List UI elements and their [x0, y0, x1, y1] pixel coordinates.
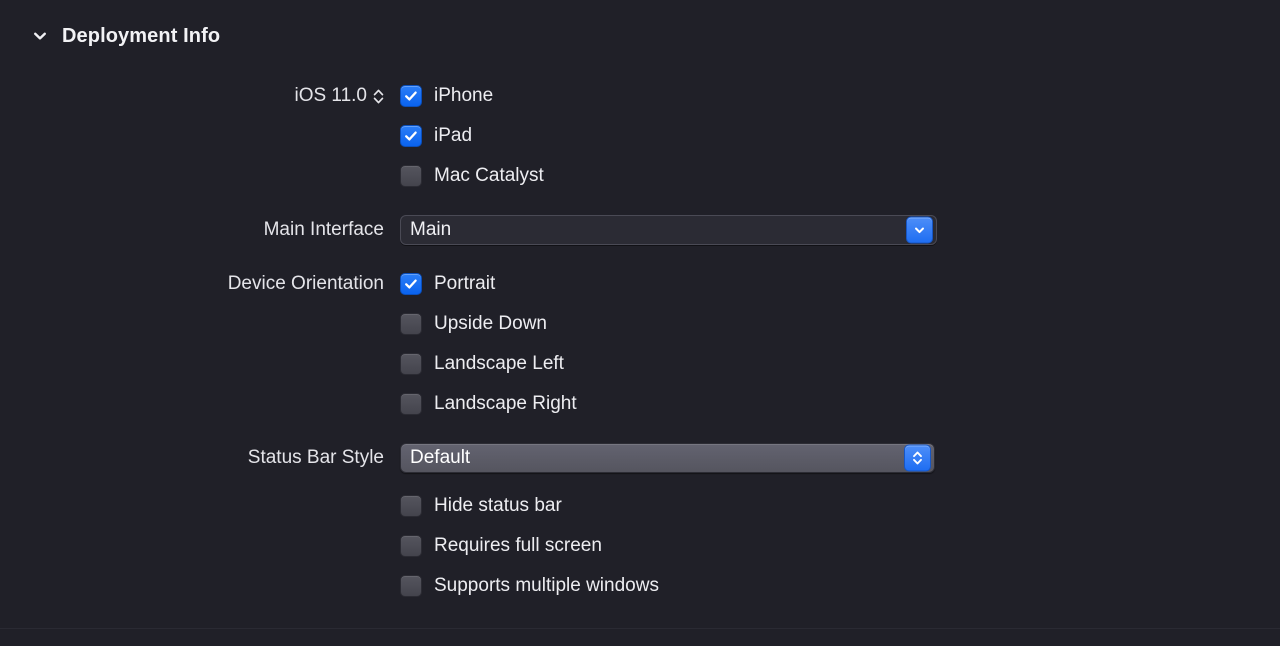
checkbox-row-landscape-right[interactable]: Landscape Right: [400, 384, 577, 424]
row-hide-status-bar: . Hide status bar: [0, 486, 1280, 526]
field-hide-status-bar: Hide status bar: [400, 486, 1280, 526]
section-header[interactable]: Deployment Info: [0, 16, 220, 56]
checkbox-label-ipad: iPad: [434, 125, 473, 146]
checkbox-row-portrait[interactable]: Portrait: [400, 264, 495, 304]
row-requires-full-screen: . Requires full screen: [0, 526, 1280, 566]
checkbox-landscape-right[interactable]: [400, 393, 422, 415]
field-orientation-landscape-right: Landscape Right: [400, 384, 1280, 424]
status-bar-style-popup[interactable]: Default: [400, 443, 935, 473]
row-main-interface: Main Interface Main: [0, 210, 1280, 250]
checkbox-row-ipad[interactable]: iPad: [400, 116, 472, 156]
checkbox-requires-full-screen[interactable]: [400, 535, 422, 557]
checkbox-row-requires-full-screen[interactable]: Requires full screen: [400, 526, 602, 566]
row-device-ipad: . iPad: [0, 116, 1280, 156]
field-device-ipad: iPad: [400, 116, 1280, 156]
field-orientation-portrait: Portrait: [400, 264, 1280, 304]
checkbox-row-upside-down[interactable]: Upside Down: [400, 304, 547, 344]
checkbox-upside-down[interactable]: [400, 313, 422, 335]
row-device-orientation: Device Orientation Portrait: [0, 264, 1280, 304]
checkbox-label-requires-full-screen: Requires full screen: [434, 535, 602, 556]
checkbox-row-mac-catalyst[interactable]: Mac Catalyst: [400, 156, 544, 196]
row-supports-multiple-windows: . Supports multiple windows: [0, 566, 1280, 606]
device-orientation-label: Device Orientation: [227, 273, 384, 294]
deployment-info-panel: Deployment Info iOS 11.0 iPhone iPad Mac…: [0, 0, 1280, 646]
checkbox-landscape-left[interactable]: [400, 353, 422, 375]
checkbox-portrait[interactable]: [400, 273, 422, 295]
checkbox-row-hide-status-bar[interactable]: Hide status bar: [400, 486, 562, 526]
chevron-down-icon[interactable]: [30, 26, 50, 46]
main-interface-label: Main Interface: [263, 219, 384, 240]
checkbox-label-iphone: iPhone: [434, 85, 494, 106]
checkbox-iphone[interactable]: [400, 85, 422, 107]
field-requires-full-screen: Requires full screen: [400, 526, 1280, 566]
stepper-up-down-icon[interactable]: [373, 88, 384, 105]
row-orientation-landscape-left: . Landscape Left: [0, 344, 1280, 384]
row-status-bar-style: Status Bar Style Default: [0, 438, 1280, 478]
checkbox-label-supports-multiple-windows: Supports multiple windows: [434, 575, 659, 596]
checkbox-row-iphone[interactable]: iPhone: [400, 76, 493, 116]
checkbox-mac-catalyst[interactable]: [400, 165, 422, 187]
field-supports-multiple-windows: Supports multiple windows: [400, 566, 1280, 606]
deployment-target-value: iOS 11.0: [294, 85, 367, 106]
row-deployment-target: iOS 11.0 iPhone: [0, 76, 1280, 116]
chevron-down-icon[interactable]: [906, 216, 933, 244]
checkbox-label-hide-status-bar: Hide status bar: [434, 495, 562, 516]
row-orientation-landscape-right: . Landscape Right: [0, 384, 1280, 424]
checkbox-supports-multiple-windows[interactable]: [400, 575, 422, 597]
checkbox-label-mac-catalyst: Mac Catalyst: [434, 165, 544, 186]
field-device-iphone: iPhone: [400, 76, 1280, 116]
status-bar-style-label: Status Bar Style: [247, 447, 384, 468]
main-interface-combobox[interactable]: Main: [400, 215, 937, 245]
checkbox-label-landscape-left: Landscape Left: [434, 353, 564, 374]
settings-rows: iOS 11.0 iPhone iPad Mac Catalyst Main I…: [0, 76, 1280, 606]
main-interface-value: Main: [410, 219, 452, 240]
checkbox-label-landscape-right: Landscape Right: [434, 393, 577, 414]
page-title: Deployment Info: [62, 24, 221, 47]
field-device-mac-catalyst: Mac Catalyst: [400, 156, 1280, 196]
checkbox-label-portrait: Portrait: [434, 273, 496, 294]
field-orientation-upside-down: Upside Down: [400, 304, 1280, 344]
field-status-bar-style: Default: [400, 438, 1280, 478]
checkbox-row-landscape-left[interactable]: Landscape Left: [400, 344, 564, 384]
deployment-target-label: iOS 11.0: [0, 76, 400, 116]
row-orientation-upside-down: . Upside Down: [0, 304, 1280, 344]
status-bar-style-value: Default: [410, 447, 471, 468]
chevron-up-down-icon[interactable]: [904, 444, 931, 472]
checkbox-ipad[interactable]: [400, 125, 422, 147]
row-device-mac-catalyst: . Mac Catalyst: [0, 156, 1280, 196]
checkbox-label-upside-down: Upside Down: [434, 313, 547, 334]
bottom-divider: [0, 628, 1280, 629]
field-orientation-landscape-left: Landscape Left: [400, 344, 1280, 384]
field-main-interface: Main: [400, 210, 1280, 250]
checkbox-row-supports-multiple-windows[interactable]: Supports multiple windows: [400, 566, 659, 606]
checkbox-hide-status-bar[interactable]: [400, 495, 422, 517]
